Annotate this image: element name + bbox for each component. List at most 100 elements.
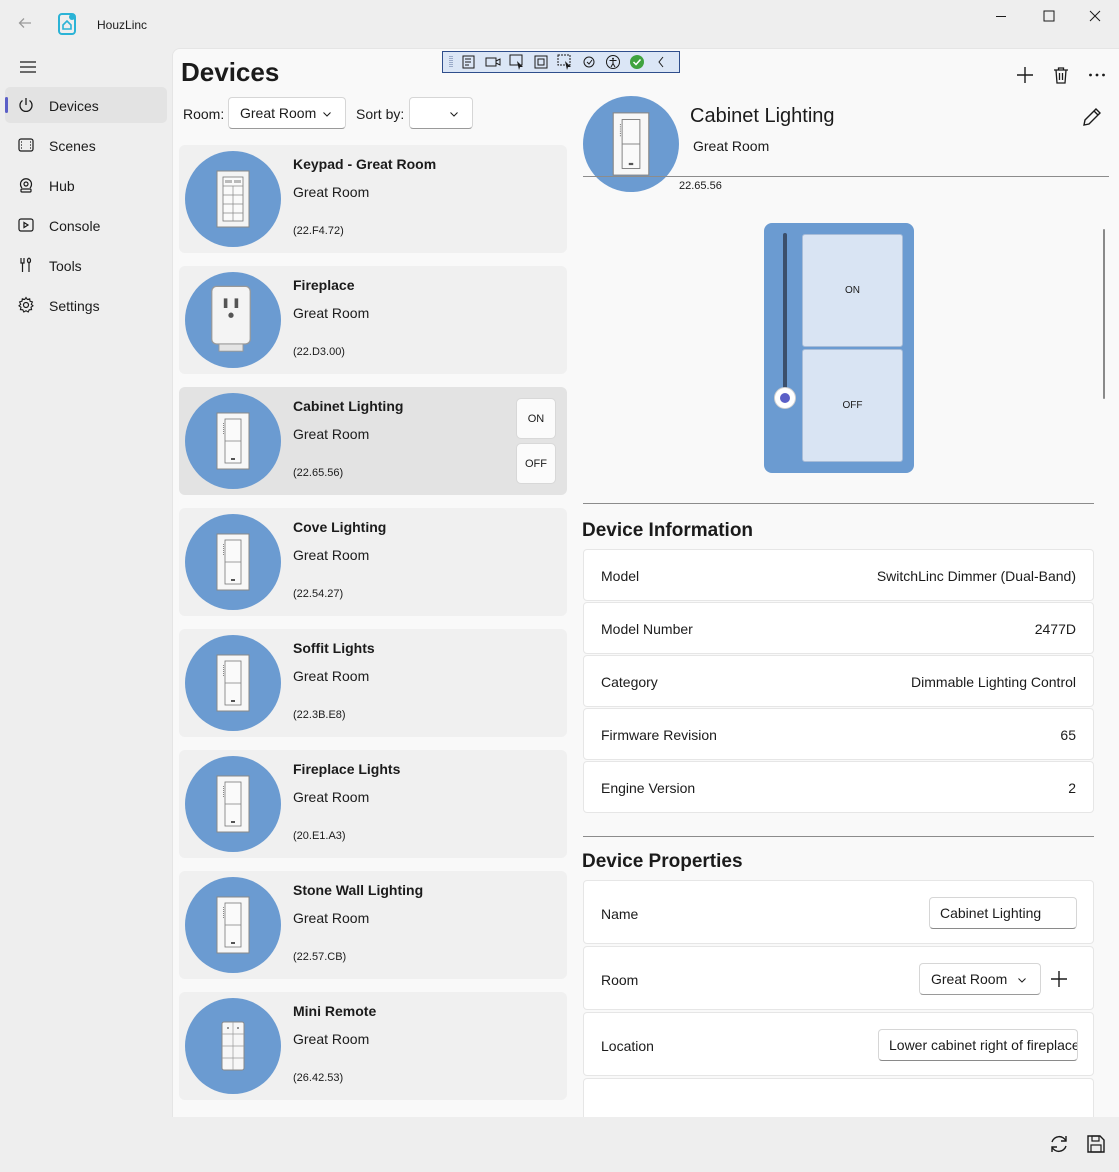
detail-scroll-area[interactable]: ON OFF Device Information Model SwitchLi…	[583, 177, 1119, 1118]
device-room: Great Room	[293, 305, 370, 321]
nav-item-scenes[interactable]: Scenes	[5, 127, 167, 163]
dimmer-slider-thumb[interactable]	[774, 387, 796, 409]
device-properties-heading: Device Properties	[583, 851, 743, 872]
switch-off-paddle[interactable]: OFF	[802, 349, 903, 462]
nav-label: Console	[49, 218, 101, 234]
navigation-pane: Devices Scenes Hub Console Tools Setting…	[0, 48, 172, 1172]
device-address: (22.D3.00)	[293, 346, 345, 358]
prop-row-name: Name Cabinet Lighting	[583, 880, 1094, 944]
switch-icon	[216, 896, 250, 954]
device-address: (26.42.53)	[293, 1072, 344, 1084]
nav-item-tools[interactable]: Tools	[5, 247, 167, 283]
info-row-category: Category Dimmable Lighting Control	[583, 655, 1094, 707]
nav-item-hub[interactable]: Hub	[5, 167, 167, 203]
nav-label: Scenes	[49, 138, 96, 154]
minimize-button[interactable]	[978, 0, 1024, 32]
device-list-item[interactable]: Mini Remote Great Room (26.42.53)	[179, 992, 567, 1100]
device-room: Great Room	[293, 547, 370, 563]
save-icon[interactable]	[1082, 1130, 1110, 1158]
device-image	[185, 756, 281, 852]
info-value: SwitchLinc Dimmer (Dual-Band)	[876, 568, 1076, 584]
device-list-item[interactable]: Fireplace Great Room (22.D3.00)	[179, 266, 567, 374]
device-room-value: Great Room	[931, 971, 1008, 987]
device-list-item[interactable]: Soffit Lights Great Room (22.3B.E8)	[179, 629, 567, 737]
device-list-item[interactable]: Cove Lighting Great Room (22.54.27)	[179, 508, 567, 616]
device-information-heading: Device Information	[583, 520, 754, 541]
info-value: 65	[1060, 727, 1076, 743]
console-icon	[17, 216, 35, 234]
hamburger-menu-icon[interactable]	[18, 58, 38, 74]
track-focus-icon[interactable]	[555, 53, 575, 71]
quick-off-button[interactable]: OFF	[516, 443, 556, 484]
device-name: Keypad - Great Room	[293, 156, 437, 172]
nav-label: Settings	[49, 298, 100, 314]
device-image	[185, 635, 281, 731]
device-address: (22.65.56)	[293, 467, 344, 479]
close-button[interactable]	[1072, 0, 1118, 32]
dimmer-slider-track[interactable]	[783, 233, 787, 397]
device-image	[185, 393, 281, 489]
device-name: Cove Lighting	[293, 519, 387, 535]
refresh-icon[interactable]	[1045, 1130, 1073, 1158]
switch-icon	[612, 112, 650, 176]
nav-item-settings[interactable]: Settings	[5, 287, 167, 323]
sort-by-dropdown[interactable]	[409, 97, 473, 129]
prop-row-room: Room Great Room	[583, 946, 1094, 1010]
switch-icon	[216, 533, 250, 591]
device-room: Great Room	[293, 426, 370, 442]
device-room: Great Room	[293, 1031, 370, 1047]
device-detail-room: Great Room	[693, 138, 770, 154]
info-key: Model	[601, 568, 640, 584]
add-room-icon[interactable]	[1045, 965, 1073, 993]
room-filter-dropdown[interactable]: Great Room	[228, 97, 346, 129]
live-visual-tree-icon[interactable]	[459, 53, 479, 71]
device-image	[185, 514, 281, 610]
main-content: Devices Room: Great Room Sort by: Keypad…	[172, 48, 1119, 1118]
info-row-firmware: Firmware Revision 65	[583, 708, 1094, 760]
device-room-dropdown[interactable]: Great Room	[919, 963, 1041, 995]
info-value: 2	[1068, 780, 1076, 796]
device-room: Great Room	[293, 668, 370, 684]
nav-label: Devices	[49, 98, 99, 114]
device-room: Great Room	[293, 789, 370, 805]
hub-icon	[17, 176, 35, 194]
device-list-item[interactable]: Keypad - Great Room Great Room (22.F4.72…	[179, 145, 567, 253]
device-address: (22.F4.72)	[293, 225, 344, 237]
maximize-button[interactable]	[1026, 0, 1072, 32]
nav-label: Hub	[49, 178, 75, 194]
device-name-field[interactable]: Cabinet Lighting	[929, 897, 1077, 929]
title-bar: HouzLinc	[0, 0, 1119, 48]
device-list-item[interactable]: Fireplace Lights Great Room (20.E1.A3)	[179, 750, 567, 858]
prop-key: Location	[601, 1038, 654, 1054]
prop-key: Room	[601, 972, 639, 988]
device-image	[185, 998, 281, 1094]
display-adorners-icon[interactable]	[531, 53, 551, 71]
device-list-item-selected[interactable]: Cabinet Lighting Great Room (22.65.56) O…	[179, 387, 567, 495]
chevron-down-icon	[1016, 973, 1028, 985]
chevron-down-icon	[321, 107, 333, 119]
gear-icon	[17, 296, 35, 314]
power-icon	[17, 96, 35, 114]
device-location-field[interactable]: Lower cabinet right of fireplace	[878, 1029, 1078, 1061]
nav-item-devices[interactable]: Devices	[5, 87, 167, 123]
section-divider	[583, 503, 1094, 504]
device-image	[185, 272, 281, 368]
device-image	[185, 877, 281, 973]
device-list-item[interactable]: Stone Wall Lighting Great Room (22.57.CB…	[179, 871, 567, 979]
video-icon[interactable]	[483, 53, 503, 71]
drag-handle-icon[interactable]	[447, 53, 455, 71]
prop-key: Name	[601, 906, 639, 922]
vertical-scrollbar[interactable]	[1103, 229, 1105, 399]
device-detail-pane: Cabinet Lighting Great Room 22.65.56 ON …	[583, 49, 1119, 1118]
device-address: (20.E1.A3)	[293, 830, 346, 842]
info-row-model: Model SwitchLinc Dimmer (Dual-Band)	[583, 549, 1094, 601]
nav-item-console[interactable]: Console	[5, 207, 167, 243]
switch-on-paddle[interactable]: ON	[802, 234, 903, 347]
quick-on-button[interactable]: ON	[516, 398, 556, 439]
device-name: Fireplace	[293, 277, 355, 293]
back-arrow-icon[interactable]	[14, 14, 36, 36]
edit-pencil-icon[interactable]	[1080, 105, 1104, 129]
select-element-icon[interactable]	[507, 53, 527, 71]
switch-control: ON OFF	[764, 223, 914, 473]
selection-indicator	[5, 97, 8, 113]
